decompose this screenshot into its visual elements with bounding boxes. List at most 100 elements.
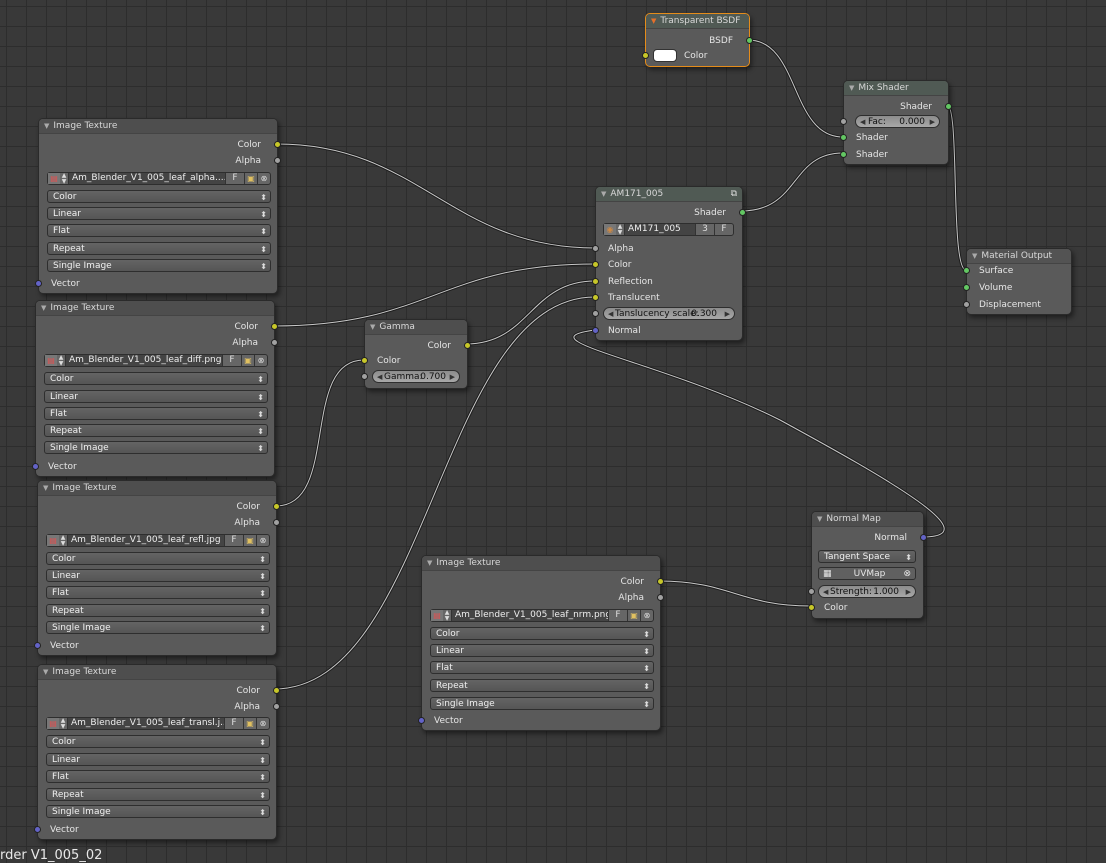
output-color-socket[interactable] — [273, 503, 280, 510]
interpolation-dropdown[interactable]: Linear — [46, 753, 270, 766]
browse-arrows-icon[interactable]: ▲ ▼ — [443, 610, 451, 622]
node-header[interactable]: ▼ Material Output — [967, 249, 1071, 264]
output-color-socket[interactable] — [274, 141, 281, 148]
output-alpha-socket[interactable] — [274, 157, 281, 164]
clear-icon[interactable]: ⊗ — [903, 568, 911, 579]
input-normal-socket[interactable] — [592, 327, 599, 334]
folder-icon[interactable]: ▣ — [241, 355, 254, 366]
input-color-socket[interactable] — [808, 604, 815, 611]
browse-arrows-icon[interactable]: ▲ ▼ — [60, 173, 68, 185]
interpolation-dropdown[interactable]: Linear — [47, 207, 271, 220]
source-dropdown[interactable]: Single Image — [46, 805, 270, 818]
extension-dropdown[interactable]: Repeat — [44, 424, 268, 437]
input-color-socket[interactable] — [361, 357, 368, 364]
fake-user-button[interactable]: F — [222, 355, 241, 366]
projection-dropdown[interactable]: Flat — [47, 224, 271, 237]
browse-arrows-icon[interactable]: ▲ ▼ — [59, 718, 67, 730]
extension-dropdown[interactable]: Repeat — [46, 604, 270, 617]
fake-user-button[interactable]: F — [224, 535, 243, 546]
collapse-arrow-icon[interactable]: ▼ — [427, 559, 432, 567]
image-selector[interactable]: ▤ ▲ ▼ Am_Blender_V1_005_leaf_transl.j... F… — [46, 717, 270, 730]
output-shader-socket[interactable] — [945, 103, 952, 110]
browse-arrows-icon[interactable]: ▲ ▼ — [616, 224, 624, 236]
projection-dropdown[interactable]: Flat — [46, 586, 270, 599]
image-name[interactable]: Am_Blender_V1_005_leaf_alpha.... — [68, 173, 225, 184]
extension-dropdown[interactable]: Repeat — [46, 788, 270, 801]
close-icon[interactable]: ⊗ — [640, 610, 653, 621]
node-header[interactable]: ▼ Image Texture — [39, 119, 277, 134]
input-vector-socket[interactable] — [32, 463, 39, 470]
input-shader1-socket[interactable] — [840, 134, 847, 141]
image-selector[interactable]: ▤ ▲ ▼ Am_Blender_V1_005_leaf_diff.png F ▣ ⊗ — [44, 354, 268, 367]
color-space-dropdown[interactable]: Color — [44, 372, 268, 385]
collapse-arrow-icon[interactable]: ▼ — [651, 17, 656, 25]
projection-dropdown[interactable]: Flat — [46, 770, 270, 783]
group-datablock-selector[interactable]: ◉ ▲ ▼ AM171_005 3 F — [603, 223, 734, 236]
group-name[interactable]: AM171_005 — [624, 224, 695, 235]
decrement-arrow-icon[interactable]: ◀ — [608, 308, 613, 319]
image-icon[interactable]: ▤ — [431, 610, 443, 621]
output-alpha-socket[interactable] — [657, 594, 664, 601]
output-alpha-socket[interactable] — [271, 339, 278, 346]
source-dropdown[interactable]: Single Image — [47, 259, 271, 272]
interpolation-dropdown[interactable]: Linear — [430, 644, 654, 657]
collapse-arrow-icon[interactable]: ▼ — [601, 190, 606, 198]
folder-icon[interactable]: ▣ — [627, 610, 640, 621]
input-vector-socket[interactable] — [34, 642, 41, 649]
output-color-socket[interactable] — [464, 342, 471, 349]
source-dropdown[interactable]: Single Image — [430, 697, 654, 710]
space-dropdown[interactable]: Tangent Space — [818, 550, 916, 563]
interpolation-dropdown[interactable]: Linear — [46, 569, 270, 582]
input-surface-socket[interactable] — [963, 267, 970, 274]
color-space-dropdown[interactable]: Color — [47, 190, 271, 203]
image-texture-node-transl[interactable]: ▼ Image Texture Color Alpha ▤ ▲ ▼ Am_Blende… — [34, 664, 280, 840]
node-header[interactable]: ▼ Mix Shader — [844, 81, 948, 96]
am171-group-node[interactable]: ▼ AM171_005 ⧉ Shader ◉ ▲ ▼ AM171_005 3 F A… — [592, 186, 746, 341]
fake-user-button[interactable]: F — [608, 610, 627, 621]
close-icon[interactable]: ⊗ — [257, 173, 270, 184]
extension-dropdown[interactable]: Repeat — [47, 242, 271, 255]
collapse-arrow-icon[interactable]: ▼ — [849, 84, 854, 92]
input-translucency-socket[interactable] — [592, 310, 599, 317]
output-shader-socket[interactable] — [739, 209, 746, 216]
output-alpha-socket[interactable] — [273, 703, 280, 710]
image-texture-node-diff[interactable]: ▼ Image Texture Color Alpha ▤ ▲ ▼ Am_Blende… — [32, 300, 278, 477]
image-icon[interactable]: ▤ — [45, 355, 57, 366]
input-vector-socket[interactable] — [35, 280, 42, 287]
output-color-socket[interactable] — [657, 578, 664, 585]
image-icon[interactable]: ▤ — [47, 535, 59, 546]
close-icon[interactable]: ⊗ — [256, 535, 269, 546]
image-name[interactable]: Am_Blender_V1_005_leaf_refl.jpg — [67, 535, 224, 546]
image-texture-node-refl[interactable]: ▼ Image Texture Color Alpha ▤ ▲ ▼ Am_Blende… — [34, 480, 280, 656]
translucency-scale-field[interactable]: ◀ Tanslucency scale: 0.300 ▶ — [603, 307, 735, 320]
output-bsdf-socket[interactable] — [746, 37, 753, 44]
image-name[interactable]: Am_Blender_V1_005_leaf_transl.j... — [67, 718, 224, 729]
collapse-arrow-icon[interactable]: ▼ — [817, 515, 822, 523]
projection-dropdown[interactable]: Flat — [44, 407, 268, 420]
source-dropdown[interactable]: Single Image — [44, 441, 268, 454]
folder-icon[interactable]: ▣ — [243, 535, 256, 546]
output-color-socket[interactable] — [271, 323, 278, 330]
node-header[interactable]: ▼ AM171_005 ⧉ — [596, 187, 742, 202]
close-icon[interactable]: ⊗ — [254, 355, 267, 366]
strength-field[interactable]: ◀ Strength: 1.000 ▶ — [818, 585, 916, 598]
material-output-node[interactable]: ▼ Material Output Surface Volume Displace… — [963, 248, 1072, 315]
input-color-socket[interactable] — [642, 52, 649, 59]
increment-arrow-icon[interactable]: ▶ — [450, 371, 455, 382]
output-color-socket[interactable] — [273, 687, 280, 694]
mix-shader-node[interactable]: ▼ Mix Shader Shader ◀ Fac: 0.000 ▶ Shader… — [840, 80, 952, 165]
color-swatch[interactable] — [653, 49, 677, 62]
close-icon[interactable]: ⊗ — [256, 718, 269, 729]
source-dropdown[interactable]: Single Image — [46, 621, 270, 634]
browse-arrows-icon[interactable]: ▲ ▼ — [59, 535, 67, 547]
input-fac-socket[interactable] — [840, 118, 847, 125]
image-selector[interactable]: ▤ ▲ ▼ Am_Blender_V1_005_leaf_refl.jpg F ▣ ⊗ — [46, 534, 270, 547]
node-header[interactable]: ▼ Image Texture — [38, 665, 276, 680]
image-name[interactable]: Am_Blender_V1_005_leaf_diff.png — [65, 355, 222, 366]
collapse-arrow-icon[interactable]: ▼ — [370, 323, 375, 331]
image-name[interactable]: Am_Blender_V1_005_leaf_nrm.png — [451, 610, 608, 621]
input-color-socket[interactable] — [592, 261, 599, 268]
image-icon[interactable]: ▤ — [48, 173, 60, 184]
collapse-arrow-icon[interactable]: ▼ — [44, 122, 49, 130]
node-tree-icon[interactable]: ◉ — [604, 224, 616, 235]
